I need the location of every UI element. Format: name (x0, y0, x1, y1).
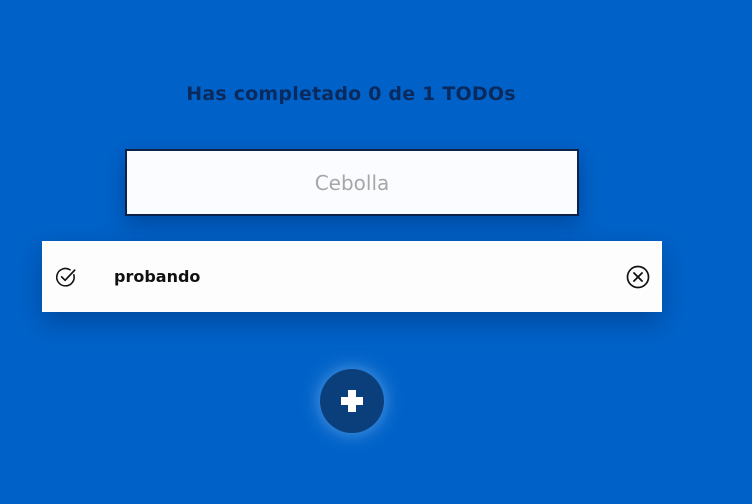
plus-icon (341, 390, 363, 412)
todo-counter-title: Has completado 0 de 1 TODOs (186, 82, 516, 105)
add-todo-button[interactable] (320, 369, 384, 433)
check-circle-icon[interactable] (55, 266, 77, 288)
todo-search-input[interactable] (125, 149, 579, 216)
todo-item-text: probando (114, 267, 201, 286)
close-circle-icon[interactable] (626, 265, 650, 289)
